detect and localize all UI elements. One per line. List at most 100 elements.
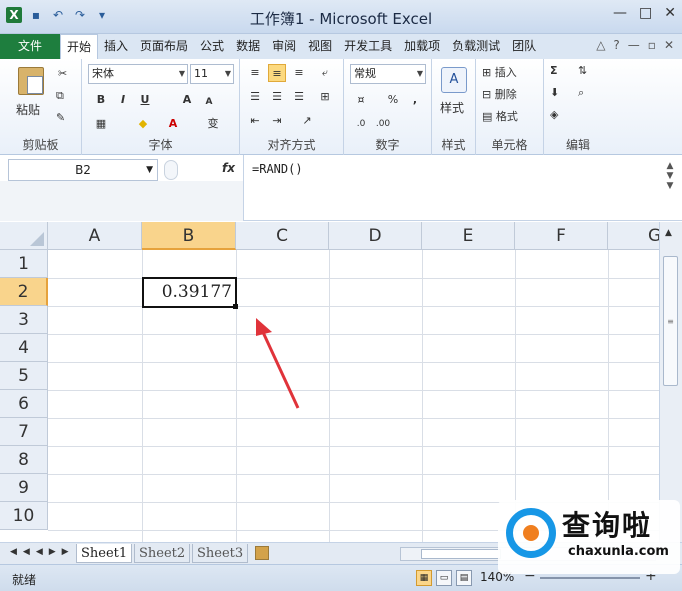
sheet-nav-arrows[interactable]: ◀◀◀▶▶ (10, 547, 75, 557)
tab-team[interactable]: 团队 (506, 34, 542, 59)
doc-minimize-icon[interactable]: — (628, 38, 640, 52)
align-middle-icon[interactable]: ≡ (268, 64, 286, 82)
decrease-indent-icon[interactable]: ⇤ (246, 112, 264, 130)
group-clipboard: 粘贴 ✂ ⧉ ✎ 剪贴板 (0, 59, 82, 155)
insert-function-button[interactable]: fx (222, 161, 235, 175)
alignment-label: 对齐方式 (267, 138, 316, 152)
tab-formulas[interactable]: 公式 (194, 34, 230, 59)
formula-input[interactable]: =RAND() (243, 155, 656, 221)
formula-bar-scroll[interactable]: ▲ ▼ ▼ (662, 161, 678, 217)
merge-center-icon[interactable]: ⊞ (316, 88, 334, 106)
insert-cells-button[interactable]: ⊞ 插入 (482, 64, 517, 80)
sheet-tab-1[interactable]: Sheet1 (76, 544, 133, 563)
formula-bar-splitter[interactable] (164, 160, 178, 180)
delete-cells-button[interactable]: ⊟ 删除 (482, 86, 517, 102)
bold-button[interactable]: B (92, 91, 110, 109)
formula-bar: B2 ▼ fx =RAND() ▲ ▼ ▼ (0, 155, 682, 221)
tab-data[interactable]: 数据 (230, 34, 266, 59)
clear-icon[interactable]: ◈ (550, 108, 558, 121)
decrease-decimal-icon[interactable]: .00 (374, 115, 392, 133)
wrap-text-icon[interactable]: ⤶ (316, 64, 334, 82)
doc-restore-icon[interactable]: ▫ (648, 38, 656, 52)
collapse-ribbon-icon[interactable]: △ (596, 38, 605, 52)
tab-file[interactable]: 文件 (0, 34, 60, 59)
shrink-font-button[interactable]: A (200, 93, 218, 111)
styles-button[interactable]: 样式 (440, 99, 464, 116)
grow-font-button[interactable]: A (178, 91, 196, 109)
align-right-icon[interactable]: ☰ (290, 88, 308, 106)
watermark: 查询啦 chaxunla.com (498, 500, 680, 574)
group-cells: ⊞ 插入 ⊟ 删除 ▤ 格式 单元格 (476, 59, 544, 155)
sort-filter-icon[interactable]: ⇅ (578, 64, 587, 77)
page-break-view-icon[interactable]: ▤ (456, 570, 472, 586)
currency-icon[interactable]: ¤ (352, 91, 370, 109)
tab-developer[interactable]: 开发工具 (338, 34, 398, 59)
close-icon[interactable]: ✕ (664, 5, 676, 21)
align-top-icon[interactable]: ≡ (246, 64, 264, 82)
sheet-tab-2[interactable]: Sheet2 (134, 544, 191, 563)
format-painter-icon[interactable]: ✎ (56, 111, 65, 124)
scroll-up-icon[interactable]: ▲ (665, 228, 672, 238)
watermark-chinese: 查询啦 (562, 509, 653, 542)
vertical-scroll-thumb[interactable]: ≡ (663, 256, 678, 386)
sheet-tab-3[interactable]: Sheet3 (192, 544, 249, 563)
insert-sheet-icon[interactable] (255, 546, 269, 560)
format-cells-icon: ▤ (482, 110, 493, 123)
phonetic-button[interactable]: 变 (204, 115, 222, 133)
font-size-combo[interactable]: 11 ▼ (190, 64, 234, 84)
watermark-logo-icon (506, 508, 556, 558)
align-left-icon[interactable]: ☰ (246, 88, 264, 106)
vertical-scrollbar[interactable]: ▲ ≡ (659, 222, 682, 544)
paste-button[interactable]: 粘贴 (16, 101, 40, 118)
paste-icon[interactable] (18, 67, 44, 95)
border-icon[interactable]: ▦ (92, 115, 110, 133)
doc-close-icon[interactable]: ✕ (664, 38, 674, 52)
group-font: 宋体 ▼ 11 ▼ B I U A A ▦ ◆ A 变 字体 (82, 59, 240, 155)
align-center-icon[interactable]: ☰ (268, 88, 286, 106)
tab-page-layout[interactable]: 页面布局 (134, 34, 194, 59)
font-name-combo[interactable]: 宋体 ▼ (88, 64, 188, 84)
zoom-slider[interactable] (540, 577, 640, 579)
name-box[interactable]: B2 ▼ (8, 159, 158, 181)
comma-button[interactable]: , (406, 91, 424, 109)
italic-button[interactable]: I (114, 91, 132, 109)
orientation-icon[interactable]: ↗ (298, 112, 316, 130)
tab-view[interactable]: 视图 (302, 34, 338, 59)
tab-home[interactable]: 开始 (60, 34, 99, 60)
tab-add-ins[interactable]: 加载项 (398, 34, 446, 59)
tab-insert[interactable]: 插入 (98, 34, 134, 59)
fill-icon[interactable]: ⬇ (550, 86, 559, 99)
percent-button[interactable]: % (384, 91, 402, 109)
normal-view-icon[interactable]: ▦ (416, 570, 432, 586)
help-icon[interactable]: ? (613, 38, 619, 52)
autosum-button[interactable]: Σ (550, 64, 558, 77)
horizontal-scroll-thumb[interactable] (421, 549, 501, 559)
underline-button[interactable]: U (136, 91, 154, 109)
group-alignment: ≡ ≡ ≡ ⤶ ☰ ☰ ☰ ⊞ ⇤ ⇥ ↗ 对齐方式 (240, 59, 344, 155)
ribbon-tabs: 文件 开始 插入 页面布局 公式 数据 审阅 视图 开发工具 加载项 负载测试 … (0, 34, 682, 60)
maximize-icon[interactable]: □ (639, 5, 652, 21)
fill-color-icon[interactable]: ◆ (134, 115, 152, 133)
view-buttons: ▦ ▭ ▤ (416, 570, 472, 586)
page-layout-view-icon[interactable]: ▭ (436, 570, 452, 586)
copy-icon[interactable]: ⧉ (56, 89, 64, 103)
format-cells-label: 格式 (495, 110, 518, 123)
insert-cells-label: 插入 (494, 66, 517, 79)
number-format-value: 常规 (354, 67, 376, 80)
insert-cells-icon: ⊞ (482, 66, 492, 79)
increase-indent-icon[interactable]: ⇥ (268, 112, 286, 130)
ribbon-right-controls: △ ? — ▫ ✕ (596, 38, 674, 52)
tab-load-test[interactable]: 负载测试 (446, 34, 506, 59)
number-label: 数字 (375, 138, 400, 152)
tab-review[interactable]: 审阅 (266, 34, 302, 59)
font-color-icon[interactable]: A (164, 115, 182, 133)
styles-icon[interactable]: A (441, 67, 467, 93)
align-bottom-icon[interactable]: ≡ (290, 64, 308, 82)
minimize-icon[interactable]: — (613, 5, 627, 21)
number-format-combo[interactable]: 常规 ▼ (350, 64, 426, 84)
increase-decimal-icon[interactable]: .0 (352, 115, 370, 133)
cut-icon[interactable]: ✂ (58, 67, 67, 80)
find-select-icon[interactable]: ⌕ (578, 86, 584, 100)
format-cells-button[interactable]: ▤ 格式 (482, 108, 518, 124)
group-styles: A 样式 样式 (432, 59, 476, 155)
